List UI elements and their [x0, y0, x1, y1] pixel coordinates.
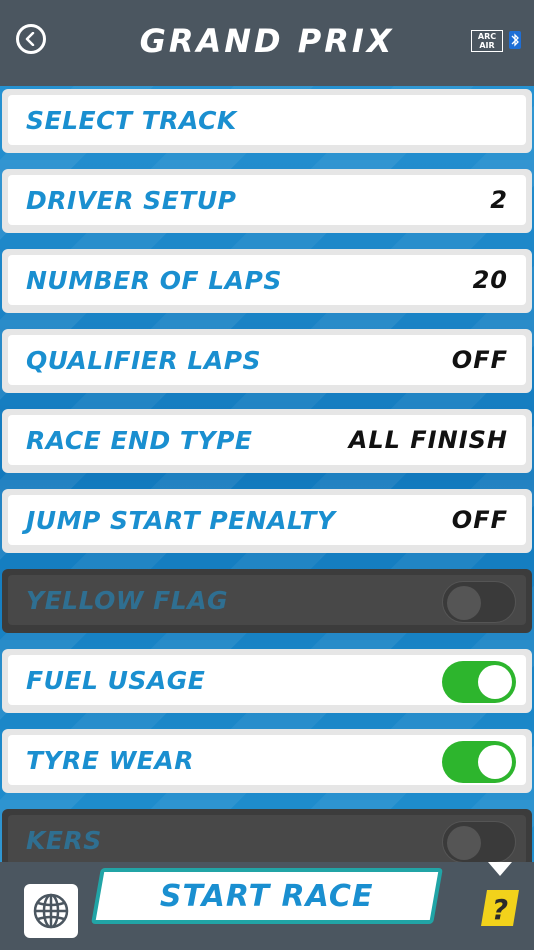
setting-label: RACE END TYPE — [26, 425, 253, 455]
logo-line1: ARC — [477, 32, 497, 41]
setting-value: OFF — [451, 346, 508, 374]
logo-line2: AIR — [479, 41, 495, 50]
row-panel: KERS — [8, 815, 526, 865]
toggle-label: KERS — [26, 825, 102, 855]
toggle-knob — [447, 586, 481, 620]
toggle-knob — [478, 745, 512, 779]
toggle-label: TYRE WEAR — [26, 745, 194, 775]
bluetooth-icon — [509, 31, 521, 49]
row-panel: DRIVER SETUP 2 — [8, 175, 526, 225]
kers-toggle[interactable] — [442, 821, 516, 863]
row-panel: TYRE WEAR — [8, 735, 526, 785]
header-bar: GRAND PRIX ARC AIR — [0, 0, 534, 86]
setting-row-number-of-laps[interactable]: NUMBER OF LAPS 20 — [2, 249, 532, 313]
row-panel: RACE END TYPE ALL FINISH — [8, 415, 526, 465]
start-race-button[interactable]: START RACE — [91, 868, 443, 924]
toggle-knob — [478, 665, 512, 699]
setting-label: JUMP START PENALTY — [26, 505, 336, 535]
setting-value: ALL FINISH — [348, 426, 508, 454]
arc-air-logo: ARC AIR — [471, 30, 503, 52]
toggle-label: FUEL USAGE — [26, 665, 206, 695]
setting-label: DRIVER SETUP — [26, 185, 237, 215]
setting-label: SELECT TRACK — [26, 105, 237, 135]
triangle-down-icon[interactable] — [488, 862, 512, 876]
page-title: GRAND PRIX — [139, 22, 395, 60]
svg-text:?: ? — [492, 893, 508, 926]
row-panel: FUEL USAGE — [8, 655, 526, 705]
setting-row-select-track[interactable]: SELECT TRACK — [2, 89, 532, 153]
setting-row-race-end-type[interactable]: RACE END TYPE ALL FINISH — [2, 409, 532, 473]
row-panel: NUMBER OF LAPS 20 — [8, 255, 526, 305]
globe-icon — [33, 893, 69, 929]
help-icon[interactable]: ? — [479, 888, 521, 928]
setting-label: NUMBER OF LAPS — [26, 265, 282, 295]
toggle-row-tyre-wear: TYRE WEAR — [2, 729, 532, 793]
setting-row-jump-start-penalty[interactable]: JUMP START PENALTY OFF — [2, 489, 532, 553]
row-panel: YELLOW FLAG — [8, 575, 526, 625]
row-panel: JUMP START PENALTY OFF — [8, 495, 526, 545]
setting-value: 20 — [472, 266, 508, 294]
row-panel: QUALIFIER LAPS OFF — [8, 335, 526, 385]
toggle-knob — [447, 826, 481, 860]
setting-value: OFF — [451, 506, 508, 534]
fuel-usage-toggle[interactable] — [442, 661, 516, 703]
setting-row-qualifier-laps[interactable]: QUALIFIER LAPS OFF — [2, 329, 532, 393]
start-race-label: START RACE — [160, 878, 374, 914]
setting-value: 2 — [490, 186, 508, 214]
setting-row-driver-setup[interactable]: DRIVER SETUP 2 — [2, 169, 532, 233]
yellow-flag-toggle[interactable] — [442, 581, 516, 623]
toggle-label: YELLOW FLAG — [26, 585, 229, 615]
toggle-row-fuel-usage: FUEL USAGE — [2, 649, 532, 713]
toggle-row-yellow-flag: YELLOW FLAG — [2, 569, 532, 633]
tyre-wear-toggle[interactable] — [442, 741, 516, 783]
language-button[interactable] — [24, 884, 78, 938]
setting-label: QUALIFIER LAPS — [26, 345, 262, 375]
row-panel: SELECT TRACK — [8, 95, 526, 145]
